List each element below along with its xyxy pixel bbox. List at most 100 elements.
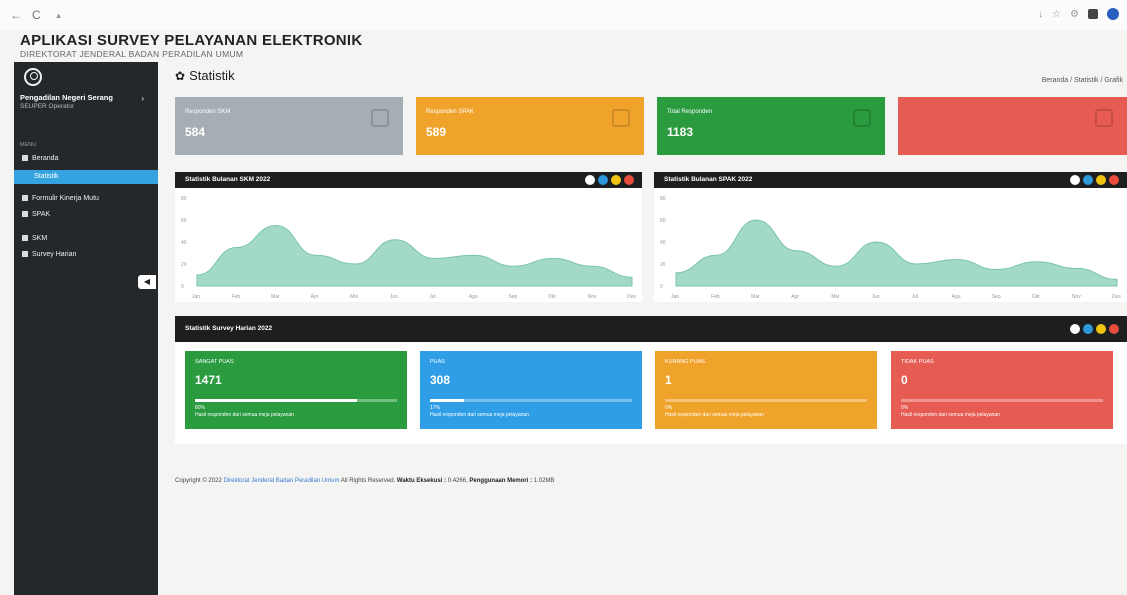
extension-icon[interactable]: ⚙: [1070, 9, 1079, 20]
reload-icon[interactable]: C: [32, 8, 41, 22]
progress-bar: [430, 399, 632, 402]
user-icon: [22, 251, 28, 258]
panel-controls[interactable]: [1070, 324, 1119, 334]
stat-description: Hasil responden dari semua meja pelayana…: [430, 412, 529, 418]
y-tick-label: 0: [181, 284, 184, 290]
x-tick-label: Mar: [271, 294, 280, 300]
x-tick-label: Mar: [751, 294, 760, 300]
panel-dot-icon[interactable]: [1109, 324, 1119, 334]
stat-description: Hasil responden dari semua meja pelayana…: [665, 412, 764, 418]
user-avatar-icon: [24, 68, 42, 86]
stat-label: PUAS: [430, 359, 445, 365]
gear-icon: ✿: [175, 69, 186, 83]
area-series: [196, 224, 633, 287]
tile-label: Total Responden: [667, 109, 713, 115]
survey-panel-title: Statistik Survey Harian 2022: [175, 316, 1127, 342]
y-tick-label: 80: [181, 196, 187, 202]
y-tick-label: 0: [660, 284, 663, 290]
x-tick-label: Jun: [390, 294, 398, 300]
browser-toolbar: ← C ▲ ↓ ☆ ⚙: [0, 0, 1127, 30]
address-bar[interactable]: ▲: [55, 11, 63, 20]
sidebar-item-label: SPAK: [32, 211, 51, 218]
panel-dot-icon[interactable]: [1083, 175, 1093, 185]
x-tick-label: Jul: [429, 294, 435, 300]
sidebar-item-label: Beranda: [32, 155, 59, 162]
panel-dot-icon[interactable]: [1096, 324, 1106, 334]
sidebar-item-skm[interactable]: SKM: [14, 232, 158, 246]
panel-controls[interactable]: [585, 175, 634, 185]
x-tick-label: Sep: [508, 294, 517, 300]
tile-label: Responden SKM: [185, 109, 231, 115]
chart-panel-title: Statistik Bulanan SKM 2022: [175, 172, 642, 188]
footer-exec-label: Waktu Eksekusi :: [396, 478, 447, 484]
user-icon: [22, 235, 28, 242]
sidebar-item-label: Formulir Kinerja Mutu: [32, 195, 99, 202]
form-icon: [22, 195, 28, 202]
sidebar: Pengadilan Negeri Serang › SEUPER Operat…: [14, 62, 158, 595]
stat-label: SANGAT PUAS: [195, 359, 234, 365]
panel-controls[interactable]: [1070, 175, 1119, 185]
chart-icon: [853, 109, 871, 127]
window-icon[interactable]: [1088, 9, 1098, 19]
x-tick-label: Agu: [469, 294, 478, 300]
stat-value: 1471: [195, 373, 222, 387]
star-icon[interactable]: ☆: [1052, 9, 1061, 20]
y-tick-label: 60: [660, 218, 666, 224]
page-title-text: Statistik: [189, 68, 235, 83]
panel-dot-icon[interactable]: [611, 175, 621, 185]
stat-value: 0: [901, 373, 908, 387]
area-series: [675, 219, 1118, 287]
footer-mem-value: 1.02MB: [533, 478, 555, 484]
sidebar-item-survey-harian[interactable]: Survey Harian: [14, 248, 158, 262]
panel-dot-icon[interactable]: [1083, 324, 1093, 334]
chevron-right-icon[interactable]: ›: [141, 94, 144, 103]
x-tick-label: Nov: [1072, 294, 1081, 300]
x-tick-label: Nov: [587, 294, 596, 300]
document-icon: [612, 109, 630, 127]
sidebar-user-name[interactable]: Pengadilan Negeri Serang: [20, 93, 113, 102]
stat-description: Hasil responden dari semua meja pelayana…: [901, 412, 1000, 418]
stat-value: 308: [430, 373, 451, 387]
app-subtitle: DIREKTORAT JENDERAL BADAN PERADILAN UMUM: [20, 49, 244, 59]
footer: Copyright © 2022 Direktorat Jenderal Bad…: [175, 478, 555, 484]
panel-dot-icon[interactable]: [598, 175, 608, 185]
sidebar-item-spak[interactable]: SPAK: [14, 208, 158, 222]
progress-bar: [195, 399, 397, 402]
tile-label: Responden SPAK: [426, 109, 474, 115]
breadcrumb[interactable]: Beranda / Statistik / Grafik: [1042, 77, 1123, 84]
tile-value: 1183: [667, 125, 694, 139]
main-content: ✿ Statistik Beranda / Statistik / Grafik …: [158, 62, 1127, 595]
download-icon[interactable]: ↓: [1038, 9, 1043, 20]
sidebar-item-statistik[interactable]: Statistik: [14, 170, 158, 184]
user-icon: [22, 211, 28, 218]
panel-dot-icon[interactable]: [1109, 175, 1119, 185]
sidebar-toggle-icon[interactable]: ◀: [138, 275, 156, 289]
y-tick-label: 40: [660, 240, 666, 246]
app-title: APLIKASI SURVEY PELAYANAN ELEKTRONIK: [20, 32, 363, 49]
back-icon[interactable]: ←: [10, 8, 22, 22]
sidebar-item-beranda[interactable]: Beranda: [14, 152, 158, 166]
x-tick-label: Feb: [232, 294, 241, 300]
area-chart-skm: 0 20 40 60 80 Jan Feb Mar Apr Mei Jun Jul Agu Sep Okt N…: [181, 196, 636, 300]
panel-dot-icon[interactable]: [1070, 324, 1080, 334]
x-tick-label: Jan: [671, 294, 679, 300]
sidebar-section-label: MENU: [20, 142, 37, 148]
y-tick-label: 60: [181, 218, 187, 224]
x-tick-label: Jul: [912, 294, 918, 300]
chart-panel-spak: Statistik Bulanan SPAK 2022 0 20 40 60 80 Jan…: [654, 172, 1127, 302]
stat-percent: 80%: [195, 405, 206, 411]
panel-dot-icon[interactable]: [1096, 175, 1106, 185]
x-tick-label: Des: [1112, 294, 1121, 300]
footer-link[interactable]: Direktorat Jenderal Badan Peradilan Umum: [223, 478, 339, 484]
panel-dot-icon[interactable]: [585, 175, 595, 185]
profile-avatar[interactable]: [1107, 8, 1119, 20]
panel-dot-icon[interactable]: [624, 175, 634, 185]
stat-sangat-puas: SANGAT PUAS 1471 80% Hasil responden dar…: [185, 351, 407, 429]
page-title: ✿ Statistik: [175, 68, 235, 83]
footer-rights: All Rights Reserved.: [340, 478, 396, 484]
panel-dot-icon[interactable]: [1070, 175, 1080, 185]
x-tick-label: Des: [627, 294, 636, 300]
footer-mem-label: Penggunaan Memori :: [469, 478, 533, 484]
progress-fill: [430, 399, 465, 402]
sidebar-item-formulir[interactable]: Formulir Kinerja Mutu: [14, 192, 158, 206]
